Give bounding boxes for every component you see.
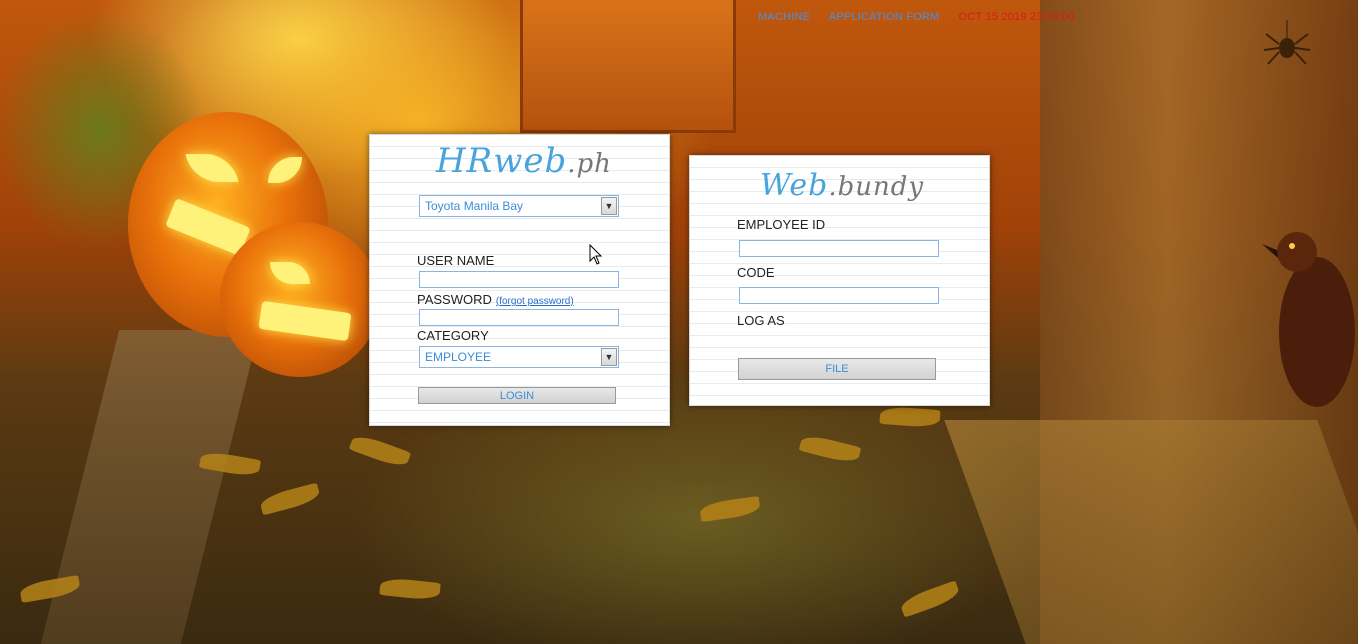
machine-link[interactable]: MACHINE	[758, 11, 810, 23]
category-select[interactable]: EMPLOYEE ▼	[419, 346, 619, 368]
hrweb-logo: HRweb.ph	[436, 141, 612, 181]
datetime-display: OCT 15 2019 23:33:00	[958, 11, 1075, 23]
code-input[interactable]	[739, 287, 939, 304]
background-curb	[944, 420, 1358, 644]
spider-icon	[1263, 20, 1311, 65]
leaf-decoration	[258, 482, 322, 516]
category-select-value: EMPLOYEE	[425, 350, 492, 364]
password-input[interactable]	[419, 309, 619, 326]
chevron-down-icon[interactable]: ▼	[601, 348, 617, 366]
company-select[interactable]: Toyota Manila Bay ▼	[419, 195, 619, 217]
webbundy-panel: Web.bundy EMPLOYEE ID CODE LOG AS FILE	[689, 155, 990, 406]
top-nav: MACHINE APPLICATION FORM OCT 15 2019 23:…	[758, 11, 1074, 23]
category-label: CATEGORY	[417, 328, 489, 343]
username-label: USER NAME	[417, 253, 495, 268]
employee-id-label: EMPLOYEE ID	[737, 217, 826, 232]
application-form-link[interactable]: APPLICATION FORM	[829, 11, 940, 23]
code-label: CODE	[737, 265, 775, 280]
background-path	[40, 330, 260, 644]
leaf-decoration	[898, 580, 962, 618]
mouse-cursor-icon	[589, 244, 603, 265]
crow-icon	[1262, 232, 1355, 407]
company-select-value: Toyota Manila Bay	[425, 199, 524, 213]
leaf-decoration	[879, 405, 941, 429]
webbundy-logo: Web.bundy	[760, 168, 925, 203]
file-button[interactable]: FILE	[738, 358, 936, 380]
username-input[interactable]	[419, 271, 619, 288]
pumpkin-small-decoration	[220, 222, 380, 377]
leaf-decoration	[798, 433, 862, 465]
chevron-down-icon[interactable]: ▼	[601, 197, 617, 215]
leaf-decoration	[348, 432, 412, 470]
login-button[interactable]: LOGIN	[418, 387, 616, 404]
password-label: PASSWORD (forgot password)	[417, 292, 574, 307]
forgot-password-link[interactable]: (forgot password)	[496, 296, 574, 307]
leaf-decoration	[699, 495, 761, 523]
hrweb-login-panel: HRweb.ph Toyota Manila Bay ▼ USER NAME P…	[369, 134, 670, 426]
log-as-label: LOG AS	[737, 313, 785, 328]
employee-id-input[interactable]	[739, 240, 939, 257]
leaf-decoration	[379, 576, 441, 602]
background-door	[520, 0, 736, 133]
